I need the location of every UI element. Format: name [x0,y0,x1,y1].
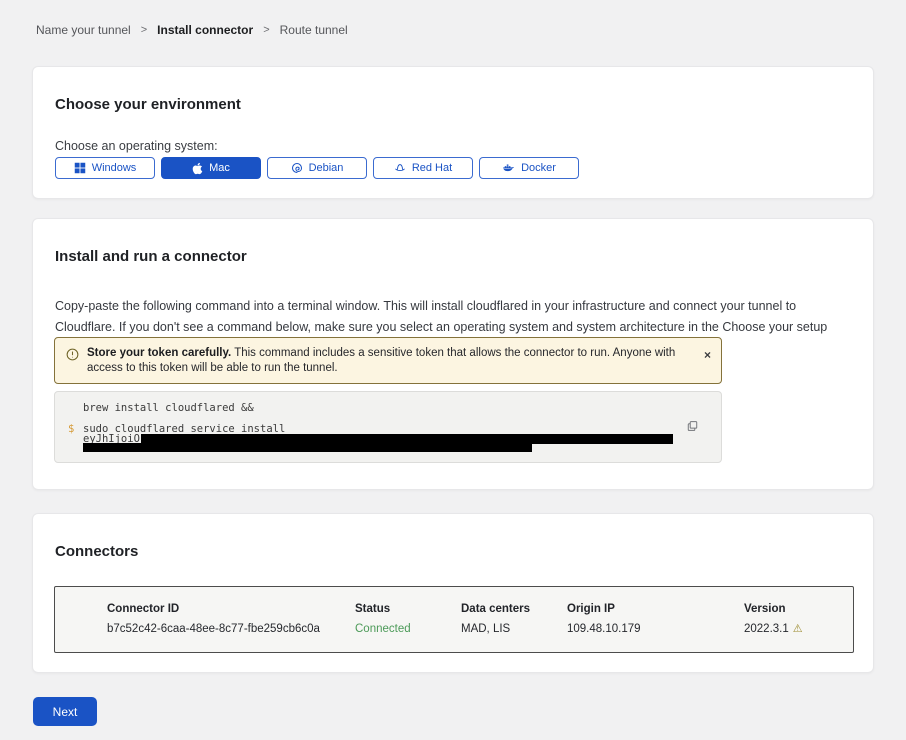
choose-environment-card: Choose your environment Choose an operat… [32,66,874,199]
connector-data-centers: MAD, LIS [461,623,567,635]
os-button-label: Debian [309,162,344,174]
warning-title: Store your token carefully. [87,347,231,359]
copy-command-button[interactable] [686,420,699,436]
next-button[interactable]: Next [33,697,97,726]
os-button-group: Windows Mac Debian Red Hat Docker [55,157,579,179]
os-button-docker[interactable]: Docker [479,157,579,179]
os-button-redhat[interactable]: Red Hat [373,157,473,179]
windows-logo-icon [74,162,86,174]
environment-card-title: Choose your environment [55,96,241,113]
header-connector-id: Connector ID [107,603,355,615]
os-button-debian[interactable]: Debian [267,157,367,179]
redhat-logo-icon [394,162,406,174]
install-command-code-block: brew install cloudflared && $ sudo cloud… [54,391,722,463]
header-version: Version [744,603,853,615]
version-warning-icon: ⚠ [793,624,803,635]
warning-text: Store your token carefully. This command… [87,346,696,376]
breadcrumb-separator: > [141,24,147,36]
header-status: Status [355,603,461,615]
header-data-centers: Data centers [461,603,567,615]
connector-version: 2022.3.1 ⚠ [744,623,853,635]
os-button-mac[interactable]: Mac [161,157,261,179]
os-button-label: Red Hat [412,162,452,174]
breadcrumb-name-your-tunnel[interactable]: Name your tunnel [36,23,131,37]
os-button-label: Docker [521,162,556,174]
install-card-title: Install and run a connector [55,248,247,265]
breadcrumb-install-connector[interactable]: Install connector [157,23,253,37]
connector-status-badge: Connected [355,623,461,635]
connectors-table-header: Connector ID Status Data centers Origin … [55,587,853,615]
breadcrumb-separator: > [263,24,269,36]
debian-logo-icon [291,162,303,174]
warning-close-button[interactable]: × [704,349,711,361]
copy-icon [686,421,699,436]
connectors-card-title: Connectors [55,543,138,560]
connectors-table: Connector ID Status Data centers Origin … [54,586,854,653]
breadcrumb-route-tunnel[interactable]: Route tunnel [280,23,348,37]
install-connector-card: Install and run a connector Copy-paste t… [32,218,874,490]
os-select-label: Choose an operating system: [55,139,218,153]
redacted-token-bar [83,443,532,452]
token-warning-banner: Store your token carefully. This command… [54,337,722,384]
os-button-windows[interactable]: Windows [55,157,155,179]
code-line-brew: brew install cloudflared && [83,402,254,414]
os-button-label: Mac [209,162,230,174]
circle-exclamation-icon [66,348,79,366]
connector-version-value: 2022.3.1 [744,623,789,635]
connector-table-row: b7c52c42-6caa-48ee-8c77-fbe259cb6c0a Con… [55,615,853,635]
apple-logo-icon [192,162,203,175]
connector-id-value: b7c52c42-6caa-48ee-8c77-fbe259cb6c0a [107,623,355,635]
header-origin-ip: Origin IP [567,603,744,615]
shell-prompt: $ [68,423,74,435]
os-button-label: Windows [92,162,137,174]
connectors-card: Connectors Connector ID Status Data cent… [32,513,874,673]
docker-logo-icon [502,162,515,174]
breadcrumb: Name your tunnel > Install connector > R… [36,23,348,37]
connector-origin-ip: 109.48.10.179 [567,623,744,635]
